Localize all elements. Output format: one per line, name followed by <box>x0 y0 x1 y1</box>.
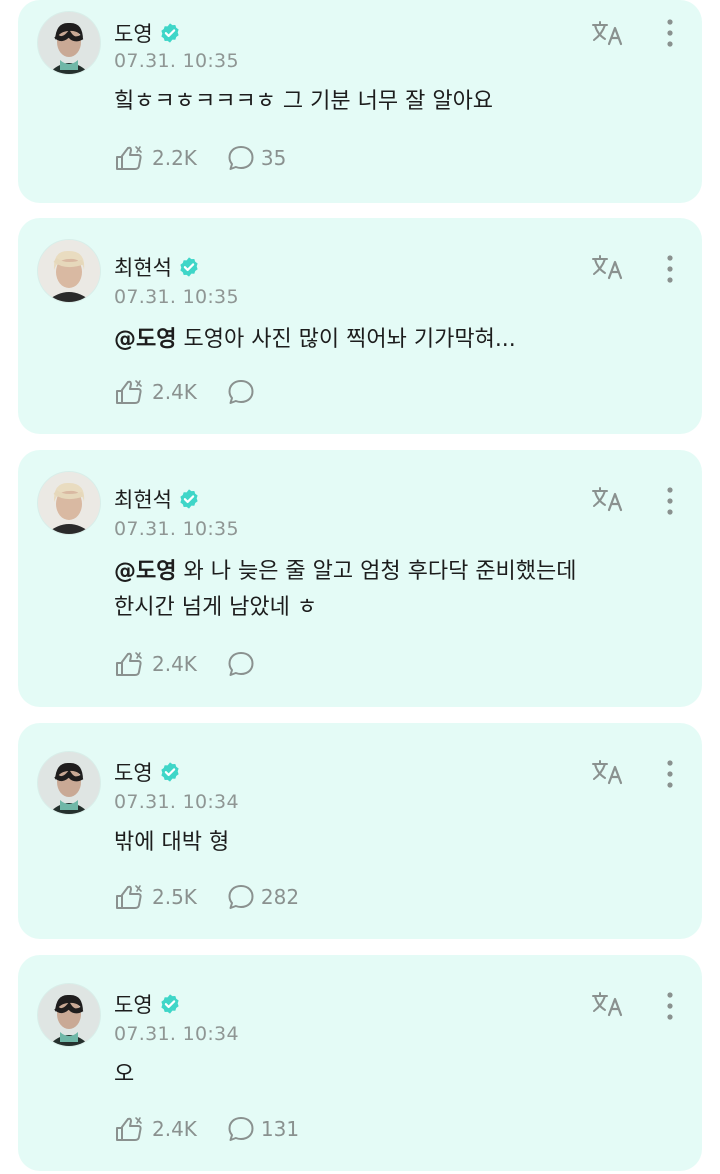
mention-link[interactable]: @도영 <box>114 559 176 584</box>
like-count: 2.4K <box>152 652 197 676</box>
avatar[interactable] <box>38 984 100 1046</box>
avatar[interactable] <box>38 240 100 302</box>
post-timestamp: 07.31. 10:35 <box>114 286 239 308</box>
like-button[interactable]: 2.2K <box>114 144 197 172</box>
like-button[interactable]: 2.4K <box>114 378 197 406</box>
translate-button[interactable] <box>590 757 626 787</box>
post-timestamp: 07.31. 10:34 <box>114 1023 239 1045</box>
more-vertical-icon <box>667 992 673 1020</box>
more-vertical-icon <box>667 487 673 515</box>
post-text: 밖에 대박 형 <box>114 825 674 861</box>
more-options-button[interactable] <box>660 989 680 1023</box>
comment-button[interactable]: 35 <box>227 144 286 172</box>
comment-icon <box>228 146 254 170</box>
translate-icon <box>592 21 623 46</box>
translate-icon <box>592 487 623 512</box>
post-text-line-2: 한시간 넘게 남았네 ㅎ <box>114 595 318 620</box>
post-text: @도영 도영아 사진 많이 찍어놔 기가막혀... <box>114 322 674 358</box>
author-name[interactable]: 최현석 <box>114 252 172 282</box>
like-count: 2.5K <box>152 885 197 909</box>
post-text-line: 와 나 늦은 줄 알고 엄청 후다닥 준비했는데 <box>183 559 577 584</box>
verified-badge-icon <box>180 489 198 509</box>
translate-icon <box>592 760 623 785</box>
post-text-line: 도영아 사진 많이 찍어놔 기가막혀... <box>183 327 516 352</box>
translate-icon <box>592 255 623 280</box>
like-count: 2.2K <box>152 146 197 170</box>
avatar[interactable] <box>38 752 100 814</box>
more-options-button[interactable] <box>660 484 680 518</box>
translate-button[interactable] <box>590 18 626 48</box>
post-card[interactable]: 최현석 07.31. 10:35 @도영 도영아 사진 많이 찍어놔 기가막혀.… <box>18 218 702 434</box>
comment-icon <box>228 380 254 404</box>
comment-count: 282 <box>260 885 300 909</box>
post-text: @도영 와 나 늦은 줄 알고 엄청 후다닥 준비했는데 한시간 넘게 남았네 … <box>114 554 674 626</box>
post-timestamp: 07.31. 10:34 <box>114 791 239 813</box>
like-count: 2.4K <box>152 1117 197 1141</box>
author-name[interactable]: 도영 <box>114 989 153 1019</box>
comment-button[interactable] <box>227 378 261 406</box>
comment-button[interactable]: 282 <box>227 883 299 911</box>
verified-badge-icon <box>180 257 198 277</box>
like-icon <box>116 885 142 909</box>
comment-count: 131 <box>260 1117 300 1141</box>
author-name[interactable]: 도영 <box>114 757 153 787</box>
translate-button[interactable] <box>590 484 626 514</box>
like-button[interactable]: 2.4K <box>114 650 197 678</box>
post-text-line: 힠ㅎㅋㅎㅋㅋㅋㅎ 그 기분 너무 잘 알아요 <box>114 89 494 114</box>
comment-icon <box>228 652 254 676</box>
post-timestamp: 07.31. 10:35 <box>114 50 239 72</box>
like-icon <box>116 380 142 404</box>
post-card[interactable]: 도영 07.31. 10:35 힠ㅎㅋㅎㅋㅋㅋㅎ 그 기분 너무 잘 알아요 2… <box>18 0 702 203</box>
translate-button[interactable] <box>590 252 626 282</box>
translate-button[interactable] <box>590 989 626 1019</box>
avatar[interactable] <box>38 472 100 534</box>
comment-icon <box>228 1117 254 1141</box>
post-timestamp: 07.31. 10:35 <box>114 518 239 540</box>
post-card[interactable]: 도영 07.31. 10:34 밖에 대박 형 2.5K 282 <box>18 723 702 939</box>
mention-link[interactable]: @도영 <box>114 327 176 352</box>
like-count: 2.4K <box>152 380 197 404</box>
comment-button[interactable]: 131 <box>227 1115 299 1143</box>
more-options-button[interactable] <box>660 16 680 50</box>
like-button[interactable]: 2.5K <box>114 883 197 911</box>
post-card[interactable]: 최현석 07.31. 10:35 @도영 와 나 늦은 줄 알고 엄청 후다닥 … <box>18 450 702 707</box>
comment-icon <box>228 885 254 909</box>
author-name[interactable]: 도영 <box>114 18 153 48</box>
post-text: 힠ㅎㅋㅎㅋㅋㅋㅎ 그 기분 너무 잘 알아요 <box>114 84 674 120</box>
verified-badge-icon <box>161 994 179 1014</box>
avatar[interactable] <box>38 12 100 74</box>
more-options-button[interactable] <box>660 252 680 286</box>
comment-button[interactable] <box>227 650 261 678</box>
verified-badge-icon <box>161 762 179 782</box>
like-icon <box>116 1117 142 1141</box>
post-text: 오 <box>114 1057 674 1093</box>
post-card[interactable]: 도영 07.31. 10:34 오 2.4K 131 <box>18 955 702 1171</box>
more-options-button[interactable] <box>660 757 680 791</box>
like-button[interactable]: 2.4K <box>114 1115 197 1143</box>
more-vertical-icon <box>667 19 673 47</box>
more-vertical-icon <box>667 255 673 283</box>
like-icon <box>116 652 142 676</box>
like-icon <box>116 146 142 170</box>
post-text-line: 오 <box>114 1062 135 1087</box>
comment-count: 35 <box>260 146 287 170</box>
author-name[interactable]: 최현석 <box>114 484 172 514</box>
verified-badge-icon <box>161 23 179 43</box>
post-text-line: 밖에 대박 형 <box>114 830 230 855</box>
translate-icon <box>592 992 623 1017</box>
more-vertical-icon <box>667 760 673 788</box>
